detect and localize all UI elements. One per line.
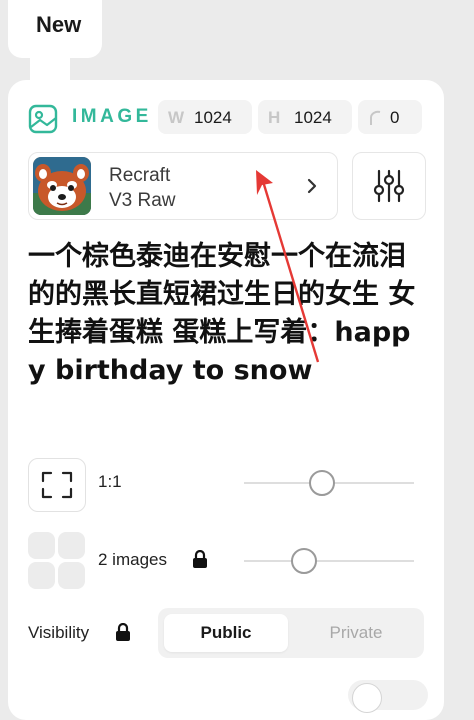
seed-field[interactable]: 0 — [358, 100, 422, 134]
visibility-toggle: Public Private — [158, 608, 424, 658]
red-panda-avatar — [33, 157, 91, 215]
aspect-ratio-label: 1:1 — [98, 472, 122, 491]
height-field[interactable]: H 1024 — [258, 100, 352, 134]
tab-connector — [30, 56, 70, 82]
new-tab[interactable]: New — [8, 0, 102, 58]
new-tab-label: New — [36, 12, 82, 37]
image-count-slider-knob[interactable] — [290, 548, 317, 574]
model-name-line2: V3 Raw — [109, 190, 176, 211]
model-selector[interactable]: Recraft V3 Raw — [28, 152, 338, 220]
lock-icon — [193, 550, 207, 568]
height-letter: H — [268, 108, 281, 127]
model-name-line1: Recraft — [109, 165, 171, 186]
bottom-toggle[interactable] — [348, 680, 428, 713]
expand-corners-icon — [41, 471, 73, 499]
width-letter: W — [168, 108, 185, 127]
aspect-ratio-slider-knob[interactable] — [309, 470, 336, 496]
seed-icon — [370, 110, 381, 125]
generation-panel: IMAGE W 1024 H 1024 0 Recraft V3 Raw 一个棕… — [8, 80, 444, 720]
visibility-public-option[interactable]: Public — [164, 614, 288, 652]
chevron-right-icon — [307, 178, 317, 194]
image-count-slider-track[interactable] — [244, 560, 414, 562]
height-value[interactable]: 1024 — [294, 108, 332, 128]
image-icon — [28, 104, 58, 134]
model-name: Recraft V3 Raw — [109, 163, 176, 213]
seed-value[interactable]: 0 — [390, 108, 399, 128]
bottom-toggle-knob[interactable] — [352, 683, 382, 713]
width-field[interactable]: W 1024 — [158, 100, 252, 134]
visibility-label: Visibility — [28, 623, 90, 642]
aspect-ratio-button[interactable] — [28, 458, 86, 512]
lock-icon — [116, 623, 130, 641]
grid-icon[interactable] — [28, 532, 86, 590]
width-value[interactable]: 1024 — [194, 108, 232, 128]
model-settings-button[interactable] — [352, 152, 426, 220]
prompt-input[interactable]: 一个棕色泰迪在安慰一个在流泪的的黑长直短裙过生日的女生 女生捧着蛋糕 蛋糕上写着… — [28, 238, 428, 390]
visibility-private-option[interactable]: Private — [294, 614, 418, 652]
image-count-label: 2 images — [98, 550, 167, 569]
mode-label: IMAGE — [72, 106, 152, 127]
sliders-icon — [373, 169, 405, 203]
